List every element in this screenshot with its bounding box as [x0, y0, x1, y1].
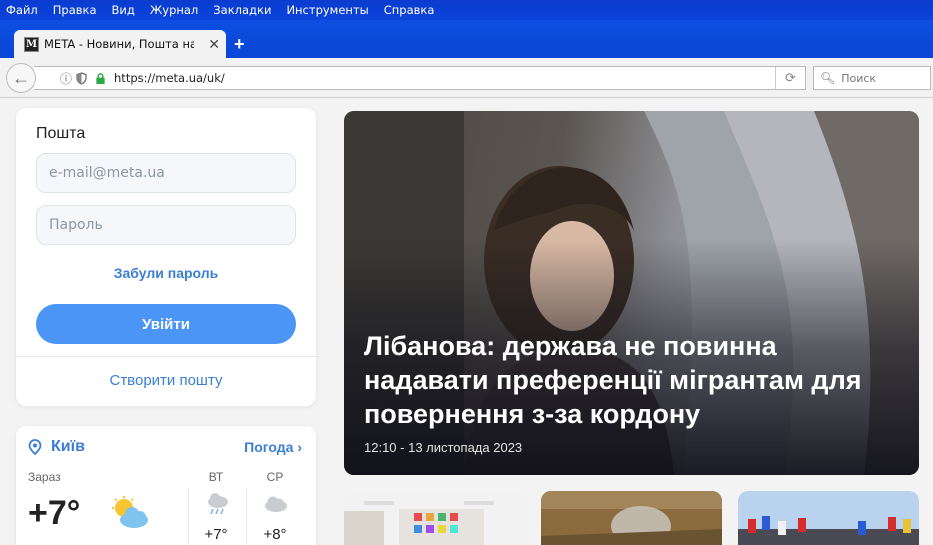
mail-title: Пошта: [36, 125, 86, 142]
shield-icon[interactable]: [76, 71, 87, 85]
address-bar[interactable]: ⓘ https://meta.ua/uk/ ⟳: [34, 66, 806, 90]
menu-bookmarks[interactable]: Закладки: [213, 3, 271, 17]
password-field[interactable]: Пароль: [36, 205, 296, 245]
tab-title: META - Новини, Пошта на п...: [44, 37, 194, 51]
forecast-day-label: ВТ: [208, 470, 224, 484]
search-bar[interactable]: 🔍︎ Поиск: [813, 66, 931, 90]
menu-tools[interactable]: Инструменты: [286, 3, 368, 17]
rain-cloud-icon: [208, 493, 228, 515]
thumbnail-image: [738, 491, 919, 545]
close-icon[interactable]: ✕: [208, 36, 220, 53]
email-field[interactable]: e-mail@meta.ua: [36, 153, 296, 193]
weather-separator: [188, 488, 189, 545]
forecast-day-temp: +8°: [263, 526, 287, 543]
login-button[interactable]: Увійти: [36, 304, 296, 344]
search-icon: 🔍︎: [820, 71, 836, 85]
menu-edit[interactable]: Правка: [53, 3, 97, 17]
info-icon[interactable]: ⓘ: [60, 70, 72, 87]
menu-bar: Файл Правка Вид Журнал Закладки Инструме…: [0, 0, 933, 20]
menu-history[interactable]: Журнал: [150, 3, 198, 17]
divider: [16, 356, 316, 357]
weather-city[interactable]: Київ: [51, 438, 85, 456]
news-thumbnail[interactable]: [738, 491, 919, 545]
mail-login-card: Пошта e-mail@meta.ua Пароль Забули парол…: [16, 108, 316, 406]
forecast-day-label: СР: [266, 470, 284, 484]
thumbnail-image: [541, 491, 722, 545]
current-temperature: +7°: [28, 494, 81, 532]
back-arrow-icon: ←: [12, 67, 30, 88]
site-favicon: M: [24, 36, 39, 52]
hero-headline[interactable]: Лібанова: держава не повинна надавати пр…: [364, 329, 884, 431]
navigation-bar: ⓘ https://meta.ua/uk/ ⟳ ← 🔍︎ Поиск: [0, 58, 933, 98]
hero-news-card[interactable]: Лібанова: держава не повинна надавати пр…: [344, 111, 919, 475]
forgot-password-link[interactable]: Забули пароль: [16, 265, 316, 281]
reload-icon[interactable]: ⟳: [775, 67, 805, 89]
search-placeholder: Поиск: [841, 71, 877, 85]
news-thumbnail[interactable]: [344, 491, 525, 545]
menu-help[interactable]: Справка: [384, 3, 435, 17]
weather-separator: [246, 488, 247, 545]
cloud-icon: [265, 496, 287, 512]
new-tab-icon[interactable]: +: [234, 34, 245, 55]
location-pin-icon: [28, 439, 42, 455]
browser-tab[interactable]: M META - Новини, Пошта на п... ✕: [14, 30, 226, 58]
back-button[interactable]: ←: [6, 63, 36, 93]
lock-icon: [96, 72, 105, 84]
forecast-day-temp: +7°: [204, 526, 228, 543]
hero-date: 12:10 - 13 листопада 2023: [364, 440, 523, 455]
news-thumbnail[interactable]: [541, 491, 722, 545]
forecast-link[interactable]: Погода ›: [244, 439, 302, 455]
menu-file[interactable]: Файл: [6, 3, 38, 17]
thumbnail-image: [344, 491, 525, 545]
weather-card: Київ Погода › Зараз +7° ВТ +7° СР +8°: [16, 426, 316, 545]
url-text: https://meta.ua/uk/: [114, 71, 225, 85]
now-label: Зараз: [28, 470, 61, 484]
menu-view[interactable]: Вид: [112, 3, 135, 17]
partly-cloudy-icon: [112, 496, 148, 528]
tab-strip: M META - Новини, Пошта на п... ✕ +: [0, 20, 933, 58]
create-mail-link[interactable]: Створити пошту: [16, 372, 316, 389]
